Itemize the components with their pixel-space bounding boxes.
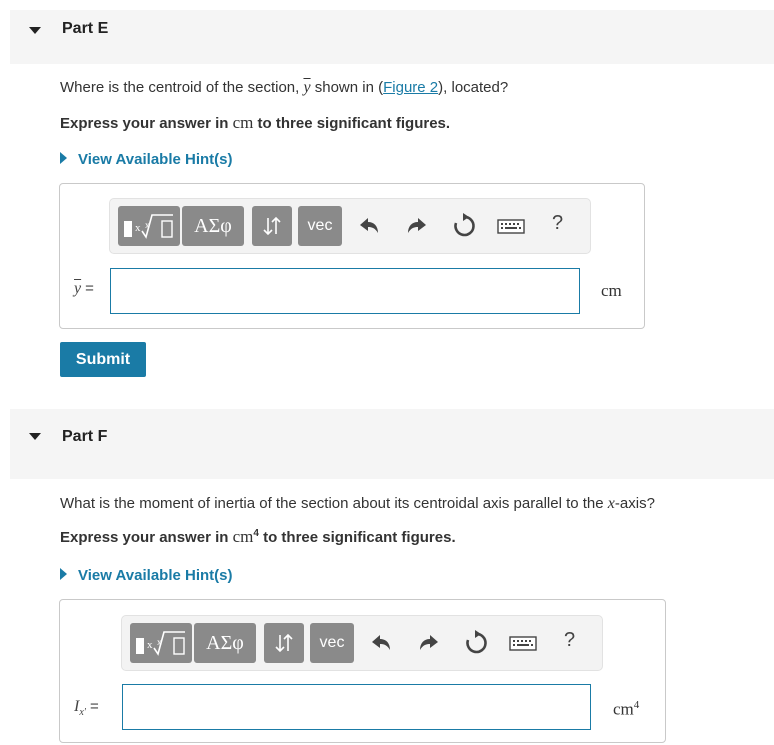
svg-text:x: x: [145, 220, 150, 230]
reset-icon[interactable]: [463, 630, 489, 656]
figure-2-link[interactable]: Figure 2: [383, 79, 438, 96]
y-bar-label: y =: [74, 280, 94, 297]
templates-button[interactable]: x x: [118, 206, 180, 246]
collapse-caret-icon[interactable]: [29, 27, 41, 34]
part-f-question: What is the moment of inertia of the sec…: [60, 495, 655, 512]
y-bar-symbol: y: [303, 79, 311, 96]
y-bar-answer-input[interactable]: [110, 268, 580, 314]
part-e-math-toolbar: x x ΑΣφ vec ?: [109, 198, 591, 254]
templates-button[interactable]: x x: [130, 623, 192, 663]
subscript-superscript-button[interactable]: [264, 623, 304, 663]
moment-of-inertia-label: Ix′ =: [74, 698, 99, 719]
part-f-hints-link[interactable]: View Available Hint(s): [60, 567, 233, 584]
part-e-question: Where is the centroid of the section, y …: [60, 79, 509, 96]
part-f-math-toolbar: x x ΑΣφ vec ?: [121, 615, 603, 671]
redo-icon[interactable]: [404, 213, 430, 239]
part-e-header[interactable]: Part E: [10, 10, 774, 64]
svg-text:x: x: [147, 639, 153, 651]
subscript-superscript-icon: [263, 216, 281, 236]
svg-text:x: x: [157, 637, 162, 647]
moment-of-inertia-answer-input[interactable]: [122, 684, 591, 730]
help-button[interactable]: ?: [564, 629, 575, 652]
keyboard-icon[interactable]: [508, 630, 538, 656]
collapse-caret-icon[interactable]: [29, 433, 41, 440]
reset-icon[interactable]: [451, 213, 477, 239]
part-f-answer-box: x x ΑΣφ vec ? Ix′ = cm4: [59, 599, 666, 743]
redo-icon[interactable]: [416, 630, 442, 656]
x-axis-symbol: x: [607, 495, 615, 512]
subscript-superscript-icon: [275, 633, 293, 653]
part-f-instructions: Express your answer in cm4 to three sign…: [60, 527, 456, 546]
vector-button[interactable]: vec: [310, 623, 354, 663]
part-e-instructions: Express your answer in cm to three signi…: [60, 113, 451, 132]
greek-letters-button[interactable]: ΑΣφ: [182, 206, 244, 246]
expand-triangle-icon: [60, 152, 67, 164]
part-e-answer-box: x x ΑΣφ vec ? y = cm: [59, 183, 645, 329]
vector-button[interactable]: vec: [298, 206, 342, 246]
part-f-title: Part F: [62, 428, 108, 445]
help-button[interactable]: ?: [552, 212, 563, 235]
templates-icon: x x: [124, 214, 173, 239]
greek-letters-button[interactable]: ΑΣφ: [194, 623, 256, 663]
part-e-title: Part E: [62, 20, 109, 37]
part-e-unit-label: cm: [601, 281, 622, 300]
undo-icon[interactable]: [356, 213, 382, 239]
part-f-header[interactable]: Part F: [10, 409, 774, 479]
expand-triangle-icon: [60, 568, 67, 580]
keyboard-icon[interactable]: [496, 213, 526, 239]
part-e-hints-link[interactable]: View Available Hint(s): [60, 151, 233, 168]
submit-button[interactable]: Submit: [60, 342, 146, 377]
undo-icon[interactable]: [368, 630, 394, 656]
svg-text:x: x: [135, 222, 141, 234]
templates-icon: x x: [136, 631, 185, 656]
part-f-unit-label: cm4: [613, 699, 640, 719]
subscript-superscript-button[interactable]: [252, 206, 292, 246]
